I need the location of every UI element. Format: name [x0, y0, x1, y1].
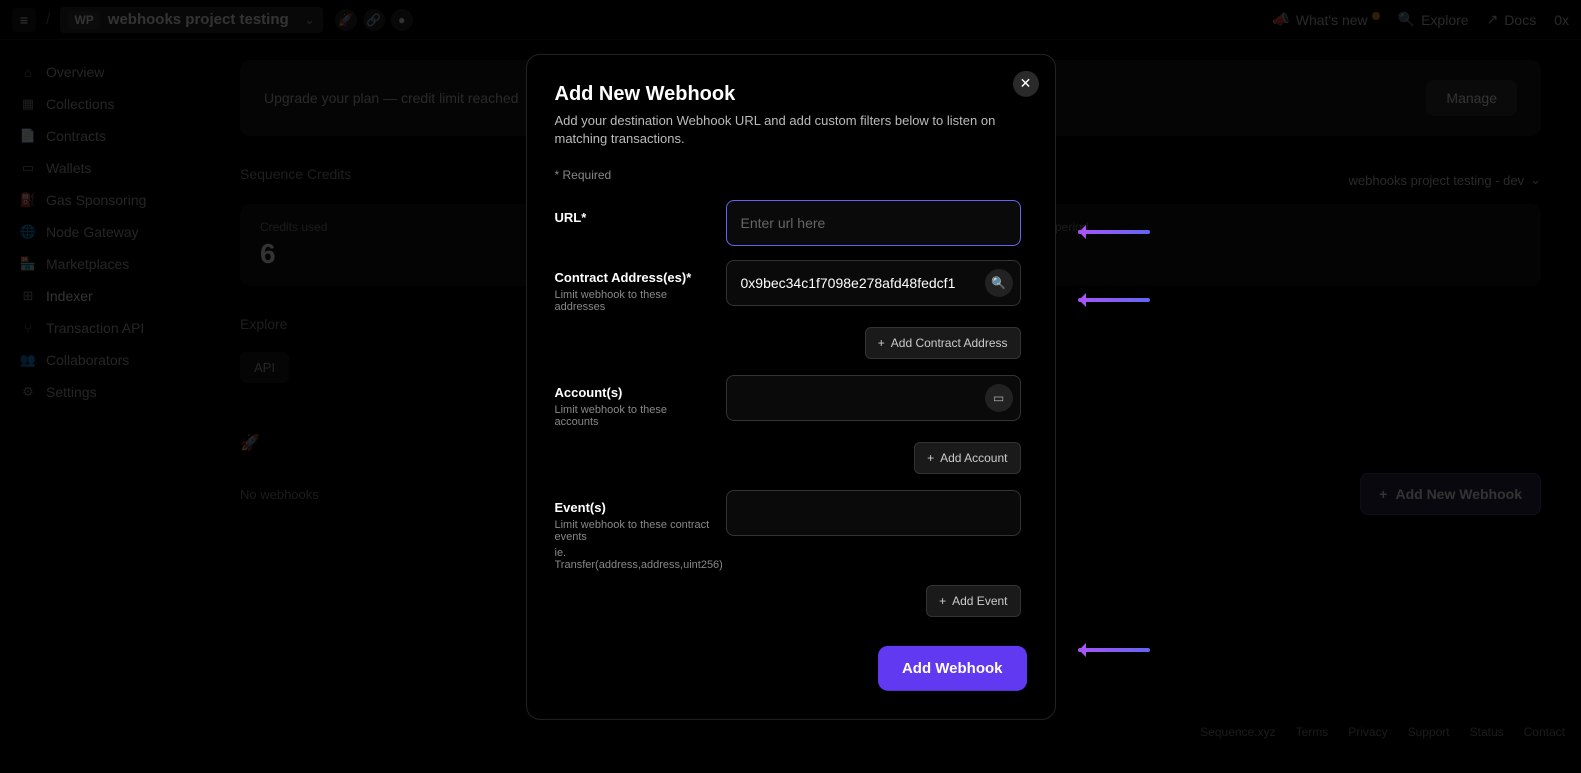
events-label-text: Event(s) — [555, 500, 606, 515]
add-event-label: Add Event — [952, 594, 1007, 608]
plus-icon: + — [927, 451, 934, 465]
modal-subtitle: Add your destination Webhook URL and add… — [555, 111, 1027, 147]
close-icon: ✕ — [1020, 75, 1032, 92]
required-note: * Required — [555, 168, 1027, 182]
url-label: URL* — [555, 200, 710, 225]
accounts-help: Limit webhook to these accounts — [555, 404, 710, 428]
contract-label: Contract Address(es)* Limit webhook to t… — [555, 260, 710, 313]
add-account-label: Add Account — [940, 451, 1007, 465]
annotation-arrow-contract — [1078, 298, 1150, 302]
add-contract-address-button[interactable]: + Add Contract Address — [865, 327, 1021, 359]
contract-help: Limit webhook to these addresses — [555, 289, 710, 313]
annotation-arrow-url — [1078, 230, 1150, 234]
wallet-icon: ▭ — [993, 391, 1004, 405]
search-icon: 🔍 — [991, 276, 1006, 290]
add-webhook-submit-button[interactable]: Add Webhook — [878, 646, 1027, 691]
close-button[interactable]: ✕ — [1013, 70, 1039, 96]
contract-address-input[interactable] — [726, 260, 1021, 306]
add-event-button[interactable]: + Add Event — [926, 585, 1020, 617]
modal-body: URL* Contract Address(es)* Limit webhook… — [555, 200, 1027, 630]
accounts-label: Account(s) Limit webhook to these accoun… — [555, 375, 710, 428]
contract-label-text: Contract Address(es)* — [555, 270, 692, 285]
plus-icon: + — [939, 594, 946, 608]
accounts-label-text: Account(s) — [555, 385, 623, 400]
wallet-picker-button[interactable]: ▭ — [985, 384, 1013, 412]
annotation-arrow-submit — [1078, 648, 1150, 652]
add-account-button[interactable]: + Add Account — [914, 442, 1020, 474]
modal-title: Add New Webhook — [555, 82, 1027, 105]
account-input[interactable] — [726, 375, 1021, 421]
events-help: Limit webhook to these contract events — [555, 519, 710, 543]
add-webhook-modal: ✕ Add New Webhook Add your destination W… — [526, 53, 1056, 719]
event-input[interactable] — [726, 490, 1021, 536]
url-input[interactable] — [726, 200, 1021, 246]
events-label: Event(s) Limit webhook to these contract… — [555, 490, 710, 571]
events-help-example: ie. Transfer(address,address,uint256) — [555, 547, 710, 571]
plus-icon: + — [878, 336, 885, 350]
add-contract-label: Add Contract Address — [891, 336, 1008, 350]
search-contract-button[interactable]: 🔍 — [985, 269, 1013, 297]
